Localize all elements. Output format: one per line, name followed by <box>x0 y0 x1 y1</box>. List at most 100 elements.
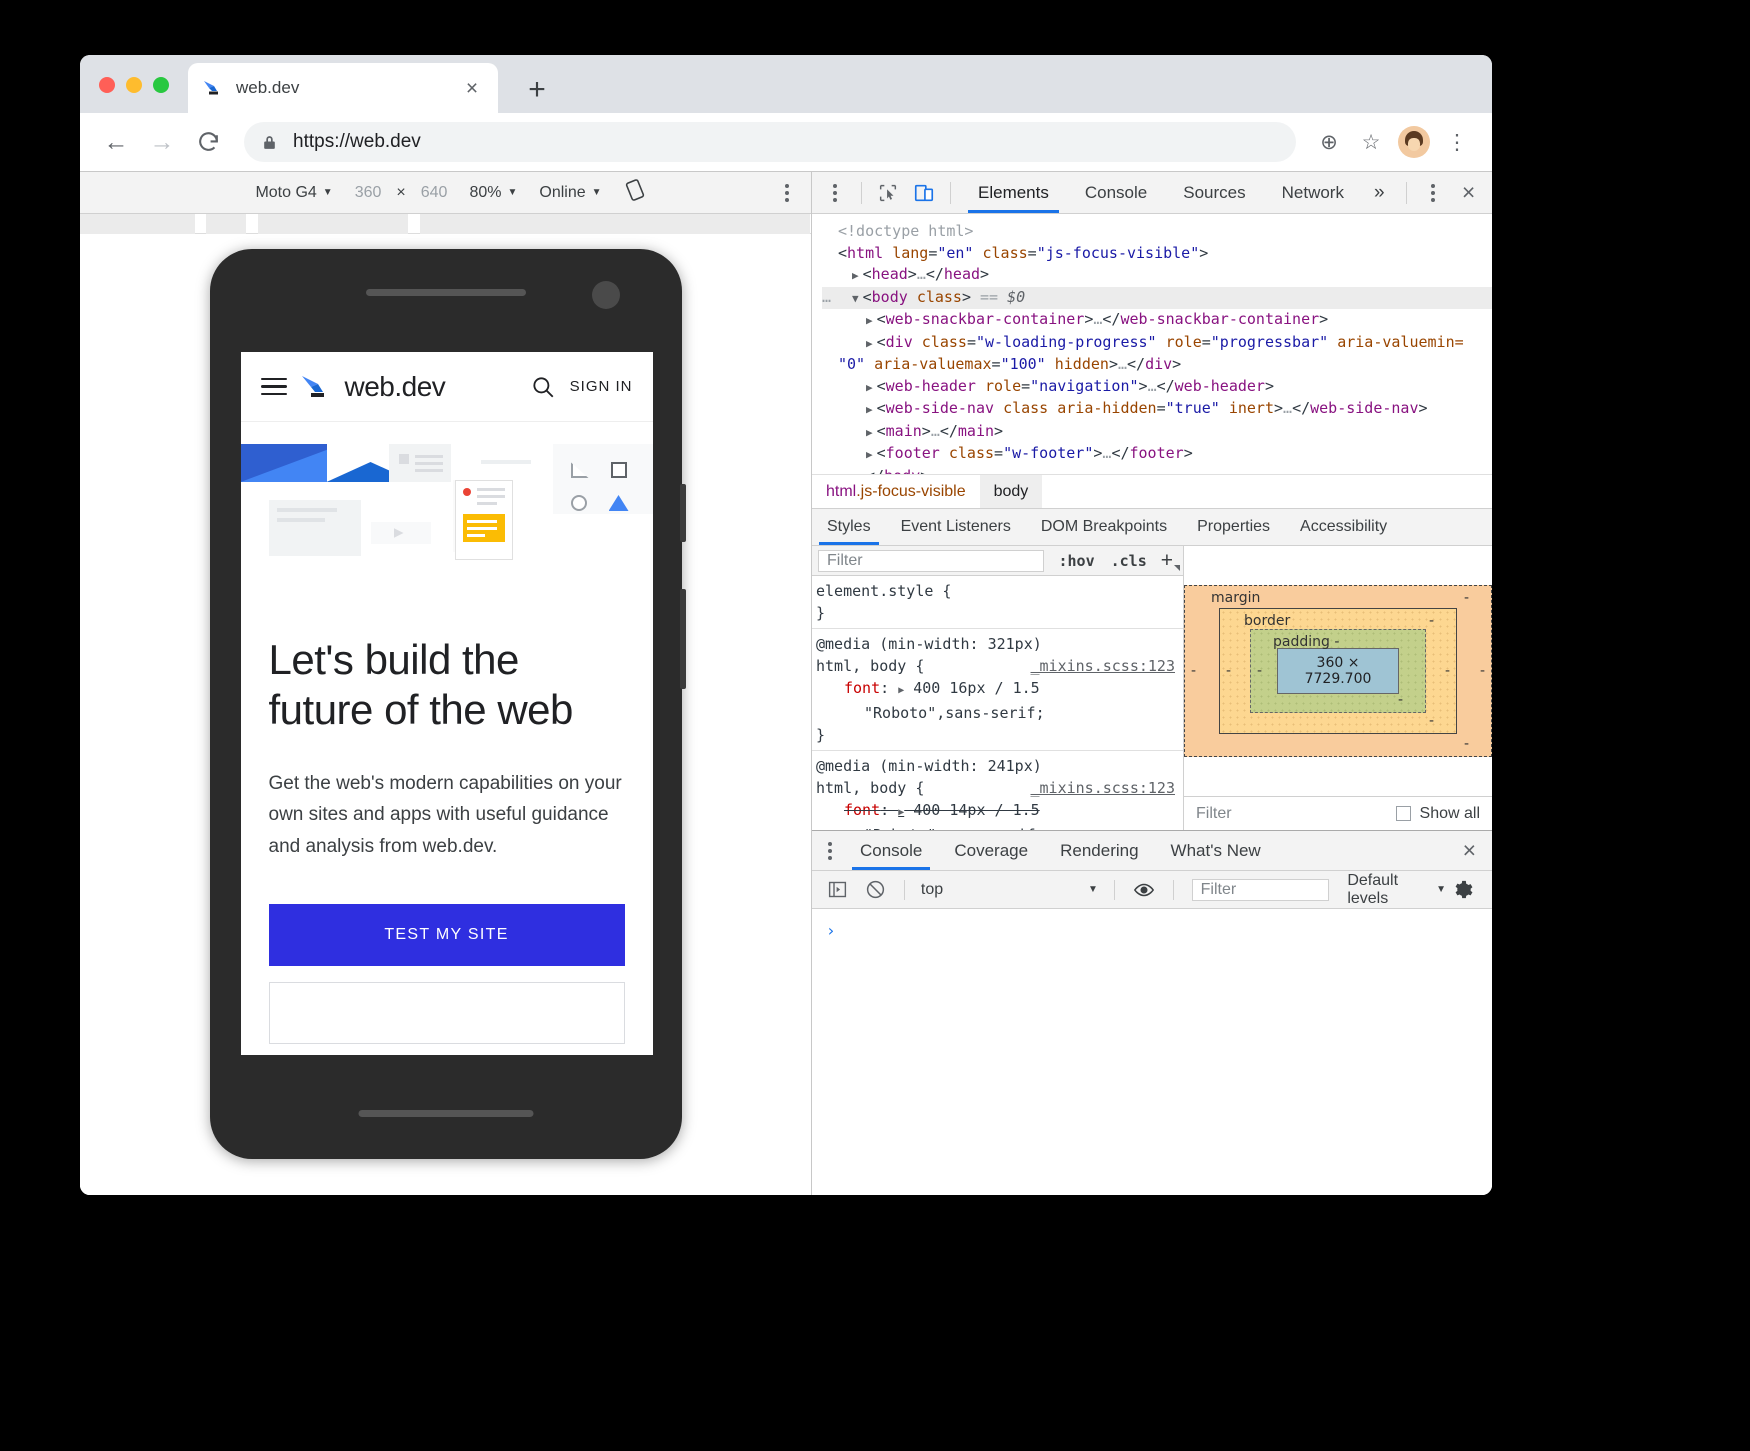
tab-console[interactable]: Console <box>1067 172 1165 213</box>
close-window-button[interactable] <box>99 77 115 93</box>
box-model-padding[interactable]: padding - - - 360 × 7729.700 <box>1250 629 1426 713</box>
back-icon[interactable]: ← <box>96 122 136 162</box>
dom-node-line[interactable]: <!doctype html> <box>822 221 1492 243</box>
throttling-select[interactable]: Online ▼ <box>528 184 612 202</box>
border-bottom-value[interactable]: - <box>1429 713 1434 729</box>
dom-tree[interactable]: <!doctype html><html lang="en" class="js… <box>822 214 1492 474</box>
expand-twisty-icon[interactable]: ▶ <box>866 448 873 461</box>
close-drawer-icon[interactable]: × <box>1447 839 1492 862</box>
border-left-value[interactable]: - <box>1226 663 1231 679</box>
secondary-cta-button[interactable] <box>269 982 625 1044</box>
dom-node-line[interactable]: ▶<div class="w-loading-progress" role="p… <box>822 332 1492 355</box>
close-icon[interactable]: × <box>459 75 485 101</box>
padding-bottom-value[interactable]: - <box>1398 692 1403 708</box>
toggle-class-button[interactable]: .cls <box>1103 552 1155 570</box>
bookmark-star-icon[interactable]: ☆ <box>1352 123 1390 161</box>
rotate-icon[interactable] <box>623 178 647 207</box>
avatar[interactable] <box>1398 126 1430 158</box>
maximize-window-button[interactable] <box>153 77 169 93</box>
dom-node-line[interactable]: …▼<body class> == $0 <box>822 287 1492 310</box>
menu-icon[interactable] <box>261 378 287 396</box>
dom-node-line[interactable]: ▶<main>…</main> <box>822 421 1492 444</box>
box-model-margin[interactable]: margin - - - - border - - - - <box>1184 585 1492 757</box>
tab-dom-breakpoints[interactable]: DOM Breakpoints <box>1026 509 1182 545</box>
console-filter-input[interactable]: Filter <box>1192 879 1330 901</box>
dom-node-line[interactable]: <html lang="en" class="js-focus-visible"… <box>822 243 1492 265</box>
dom-node-line[interactable]: ▶<web-header role="navigation">…</web-he… <box>822 376 1492 399</box>
sign-in-button[interactable]: SIGN IN <box>570 378 633 395</box>
reload-icon[interactable] <box>188 122 228 162</box>
close-devtools-icon[interactable]: × <box>1452 178 1486 208</box>
dom-node-line[interactable]: ▶<head>…</head> <box>822 264 1492 287</box>
browser-tab[interactable]: web.dev × <box>188 63 498 113</box>
forward-icon[interactable]: → <box>142 122 182 162</box>
drawer-more-options-icon[interactable] <box>812 842 844 860</box>
expand-twisty-icon[interactable]: ▶ <box>866 381 873 394</box>
tab-event-listeners[interactable]: Event Listeners <box>886 509 1026 545</box>
tab-properties[interactable]: Properties <box>1182 509 1285 545</box>
tab-sources[interactable]: Sources <box>1165 172 1263 213</box>
expand-twisty-icon[interactable]: ▶ <box>866 337 873 350</box>
new-style-rule-button[interactable]: + <box>1155 549 1183 573</box>
settings-gear-icon[interactable] <box>1450 875 1484 905</box>
breadcrumb-html[interactable]: html.js-focus-visible <box>812 475 980 508</box>
padding-left-value[interactable]: - <box>1257 663 1262 679</box>
box-model-border[interactable]: border - - - - padding - - - 360 × 7729.… <box>1219 608 1457 734</box>
test-my-site-button[interactable]: TEST MY SITE <box>269 904 625 966</box>
collapse-twisty-icon[interactable]: ▼ <box>852 292 859 305</box>
more-panels-icon[interactable]: » <box>1362 172 1397 213</box>
css-selector[interactable]: element.style { <box>816 580 1175 602</box>
toggle-pseudo-button[interactable]: :hov <box>1050 552 1102 570</box>
clear-console-icon[interactable] <box>858 875 892 905</box>
margin-bottom-value[interactable]: - <box>1464 736 1469 752</box>
viewport-width-input[interactable]: 360 <box>344 184 393 202</box>
css-rules-list[interactable]: element.style {}@media (min-width: 321px… <box>812 576 1183 830</box>
breadcrumb-body[interactable]: body <box>980 475 1043 508</box>
border-right-value[interactable]: - <box>1445 663 1450 679</box>
computed-filter-input[interactable]: Filter <box>1196 805 1232 823</box>
drawer-tab-console[interactable]: Console <box>844 831 938 870</box>
css-source-link[interactable]: _mixins.scss:123 <box>1031 655 1176 677</box>
dom-node-line[interactable]: "0" aria-valuemax="100" hidden>…</div> <box>822 354 1492 376</box>
dom-node-line[interactable]: </body> <box>822 466 1492 475</box>
expand-twisty-icon[interactable]: ▶ <box>866 426 873 439</box>
css-rule[interactable]: @media (min-width: 241px)html, body {_mi… <box>812 751 1183 830</box>
css-declaration[interactable]: font: ▶ 400 14px / 1.5 <box>816 799 1175 824</box>
inspect-cursor-icon[interactable] <box>871 178 905 208</box>
css-declaration[interactable]: font: ▶ 400 16px / 1.5 <box>816 677 1175 702</box>
margin-top-value[interactable]: - <box>1464 590 1469 606</box>
drawer-tab-coverage[interactable]: Coverage <box>938 831 1044 870</box>
install-app-icon[interactable]: ⊕ <box>1310 123 1348 161</box>
show-all-checkbox[interactable] <box>1396 806 1411 821</box>
border-top-value[interactable]: - <box>1429 613 1434 629</box>
new-tab-button[interactable]: + <box>520 73 554 107</box>
css-rule[interactable]: element.style {} <box>812 576 1183 629</box>
minimize-window-button[interactable] <box>126 77 142 93</box>
margin-left-value[interactable]: - <box>1191 663 1196 679</box>
devtools-more-options-icon[interactable] <box>1416 178 1450 208</box>
drawer-tab-rendering[interactable]: Rendering <box>1044 831 1154 870</box>
console-output[interactable]: › <box>812 909 1492 1195</box>
console-prompt[interactable]: › <box>826 921 836 940</box>
dom-node-line[interactable]: ▶<web-snackbar-container>…</web-snackbar… <box>822 309 1492 332</box>
tab-network[interactable]: Network <box>1264 172 1362 213</box>
expand-twisty-icon[interactable]: ▶ <box>852 269 859 282</box>
dom-node-line[interactable]: ▶<footer class="w-footer">…</footer> <box>822 443 1492 466</box>
margin-right-value[interactable]: - <box>1480 663 1485 679</box>
dom-node-line[interactable]: ▶<web-side-nav class aria-hidden="true" … <box>822 398 1492 421</box>
viewport-height-input[interactable]: 640 <box>410 184 459 202</box>
tab-accessibility[interactable]: Accessibility <box>1285 509 1402 545</box>
execute-icon[interactable] <box>820 875 854 905</box>
css-rule[interactable]: @media (min-width: 321px)html, body {_mi… <box>812 629 1183 751</box>
device-toolbar-more-icon[interactable] <box>785 184 789 202</box>
expand-twisty-icon[interactable]: ▶ <box>866 403 873 416</box>
tab-styles[interactable]: Styles <box>812 509 886 545</box>
browser-menu-icon[interactable]: ⋮ <box>1438 123 1476 161</box>
address-bar[interactable]: https://web.dev <box>244 122 1296 162</box>
zoom-select[interactable]: 80% ▼ <box>458 184 528 202</box>
device-toggle-icon[interactable] <box>907 178 941 208</box>
drawer-tab-whats-new[interactable]: What's New <box>1155 831 1277 870</box>
styles-filter-input[interactable]: Filter <box>818 550 1044 572</box>
live-expression-icon[interactable] <box>1127 875 1161 905</box>
css-source-link[interactable]: _mixins.scss:123 <box>1031 777 1176 799</box>
